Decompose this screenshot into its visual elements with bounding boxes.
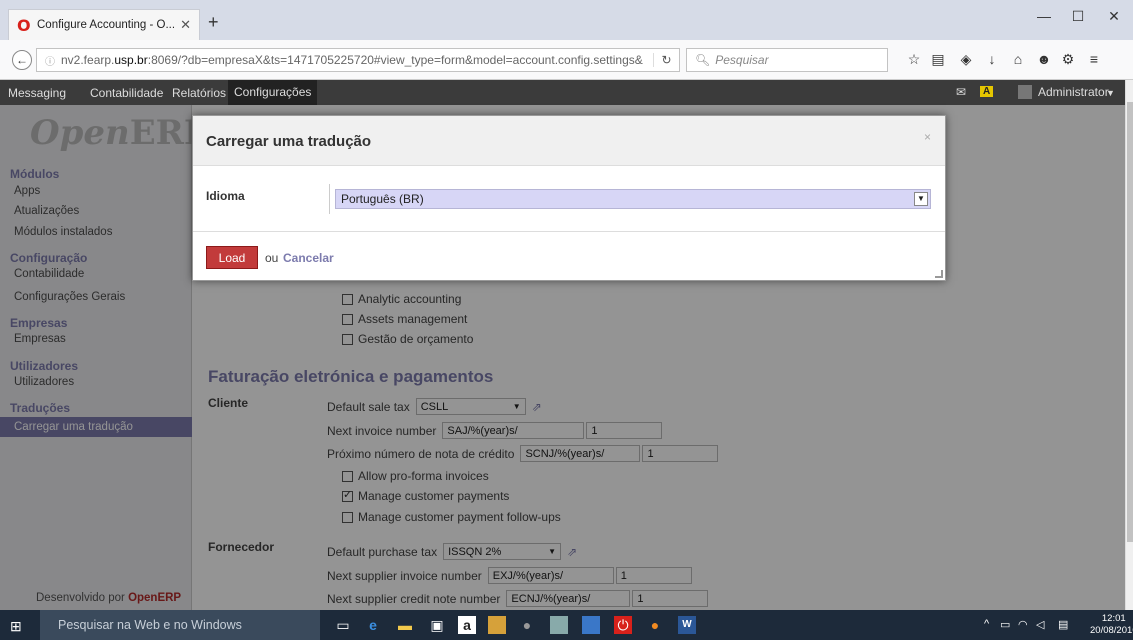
windows-taskbar: ⊞ Pesquisar na Web e no Windows ▭ e ▬ ▣ … bbox=[0, 610, 1133, 640]
load-translation-dialog: Carregar uma tradução × Idioma Português… bbox=[192, 115, 946, 281]
back-arrow-icon[interactable]: ← bbox=[12, 50, 32, 70]
file-explorer-icon[interactable]: ▬ bbox=[396, 616, 414, 634]
amazon-app-icon[interactable]: a bbox=[458, 616, 476, 634]
wifi-icon[interactable]: ◠ bbox=[1018, 618, 1028, 631]
chevron-down-icon[interactable]: ▼ bbox=[914, 192, 928, 206]
window-close-icon[interactable]: ✕ bbox=[1102, 8, 1126, 25]
edge-browser-icon[interactable]: e bbox=[364, 616, 382, 634]
tray-chevron-up-icon[interactable]: ^ bbox=[984, 618, 989, 630]
menu-contabilidade[interactable]: Contabilidade bbox=[90, 86, 163, 100]
opera-taskbar-icon[interactable]: ⏻ bbox=[614, 616, 632, 634]
dialog-footer: Load ou Cancelar bbox=[193, 232, 945, 280]
dialog-body: Idioma Português (BR) ▼ bbox=[193, 166, 945, 232]
firefox-icon[interactable]: ● bbox=[646, 616, 664, 634]
bookmark-star-icon[interactable]: ☆ bbox=[904, 51, 924, 68]
address-bar[interactable]: ⓘ nv2.fearp.usp.br:8069/?db=empresaX&ts=… bbox=[36, 48, 680, 72]
info-icon[interactable]: ⓘ bbox=[45, 53, 55, 68]
dialog-close-icon[interactable]: × bbox=[924, 130, 931, 144]
app-icon[interactable] bbox=[550, 616, 568, 634]
store-icon[interactable]: ▣ bbox=[428, 616, 446, 634]
notifications-icon[interactable]: ▤ bbox=[1058, 618, 1068, 631]
task-view-icon[interactable]: ▭ bbox=[334, 616, 352, 634]
pocket-icon[interactable]: ◈ bbox=[956, 51, 976, 68]
home-icon[interactable]: ⌂ bbox=[1008, 51, 1028, 67]
or-text: ou bbox=[265, 251, 279, 265]
download-icon[interactable]: ↓ bbox=[982, 51, 1002, 67]
idioma-label: Idioma bbox=[206, 189, 245, 203]
menu-relatorios[interactable]: Relatórios bbox=[172, 86, 226, 100]
volume-icon[interactable]: ◁ bbox=[1036, 618, 1044, 631]
scrollbar-thumb[interactable] bbox=[1127, 102, 1133, 542]
reload-icon[interactable]: ↻ bbox=[653, 53, 679, 67]
menu-messaging[interactable]: Messaging bbox=[8, 86, 66, 100]
idioma-select[interactable]: Português (BR) ▼ bbox=[335, 189, 931, 209]
tab-title: Configure Accounting - O... bbox=[37, 19, 175, 31]
extension-icon[interactable]: ☻ bbox=[1034, 51, 1054, 67]
taskbar-search-input[interactable]: Pesquisar na Web e no Windows bbox=[40, 610, 320, 640]
maximize-icon[interactable]: ☐ bbox=[1066, 8, 1090, 25]
app-top-menu: Messaging Contabilidade Relatórios Confi… bbox=[0, 80, 1125, 105]
app-icon[interactable] bbox=[488, 616, 506, 634]
tab-close-icon[interactable]: ✕ bbox=[180, 17, 191, 33]
user-menu[interactable]: Administrator bbox=[1038, 85, 1109, 99]
resize-grip-icon[interactable] bbox=[935, 270, 943, 278]
alert-badge-icon[interactable]: A bbox=[980, 86, 994, 97]
minimize-icon[interactable]: — bbox=[1032, 8, 1056, 24]
hamburger-menu-icon[interactable]: ≡ bbox=[1084, 51, 1104, 67]
user-caret-icon[interactable]: ▼ bbox=[1106, 88, 1115, 98]
dialog-header: Carregar uma tradução × bbox=[193, 116, 945, 166]
app-icon[interactable]: ● bbox=[518, 616, 536, 634]
field-divider bbox=[329, 184, 330, 214]
browser-nav-bar: ← ⓘ nv2.fearp.usp.br:8069/?db=empresaX&t… bbox=[0, 40, 1133, 80]
reading-list-icon[interactable]: ▤ bbox=[928, 51, 948, 68]
url-text: nv2.fearp.usp.br:8069/?db=empresaX&ts=14… bbox=[61, 53, 643, 67]
load-button[interactable]: Load bbox=[206, 246, 258, 269]
avatar[interactable] bbox=[1018, 85, 1032, 99]
page-scrollbar[interactable] bbox=[1125, 80, 1133, 610]
addon-icon[interactable]: ⚙ bbox=[1058, 51, 1078, 68]
new-tab-icon[interactable]: + bbox=[208, 12, 219, 33]
browser-tab[interactable]: O Configure Accounting - O... ✕ bbox=[8, 9, 200, 40]
browser-tab-bar: O Configure Accounting - O... ✕ + — ☐ ✕ bbox=[0, 0, 1133, 40]
cancel-link[interactable]: Cancelar bbox=[283, 251, 334, 265]
battery-icon[interactable]: ▭ bbox=[1000, 618, 1010, 631]
search-icon: 🔍︎ bbox=[695, 53, 711, 67]
dialog-title: Carregar uma tradução bbox=[206, 133, 372, 150]
mail-icon[interactable]: ✉ bbox=[956, 85, 966, 99]
taskbar-clock[interactable]: 12:01 20/08/2016 bbox=[1090, 613, 1133, 637]
windows-start-icon[interactable]: ⊞ bbox=[10, 618, 22, 635]
word-icon[interactable]: W bbox=[678, 616, 696, 634]
opera-logo-icon: O bbox=[17, 15, 31, 35]
menu-configuracoes[interactable]: Configurações bbox=[228, 80, 318, 105]
browser-search-input[interactable]: 🔍︎ Pesquisar bbox=[686, 48, 888, 72]
app-icon[interactable] bbox=[582, 616, 600, 634]
